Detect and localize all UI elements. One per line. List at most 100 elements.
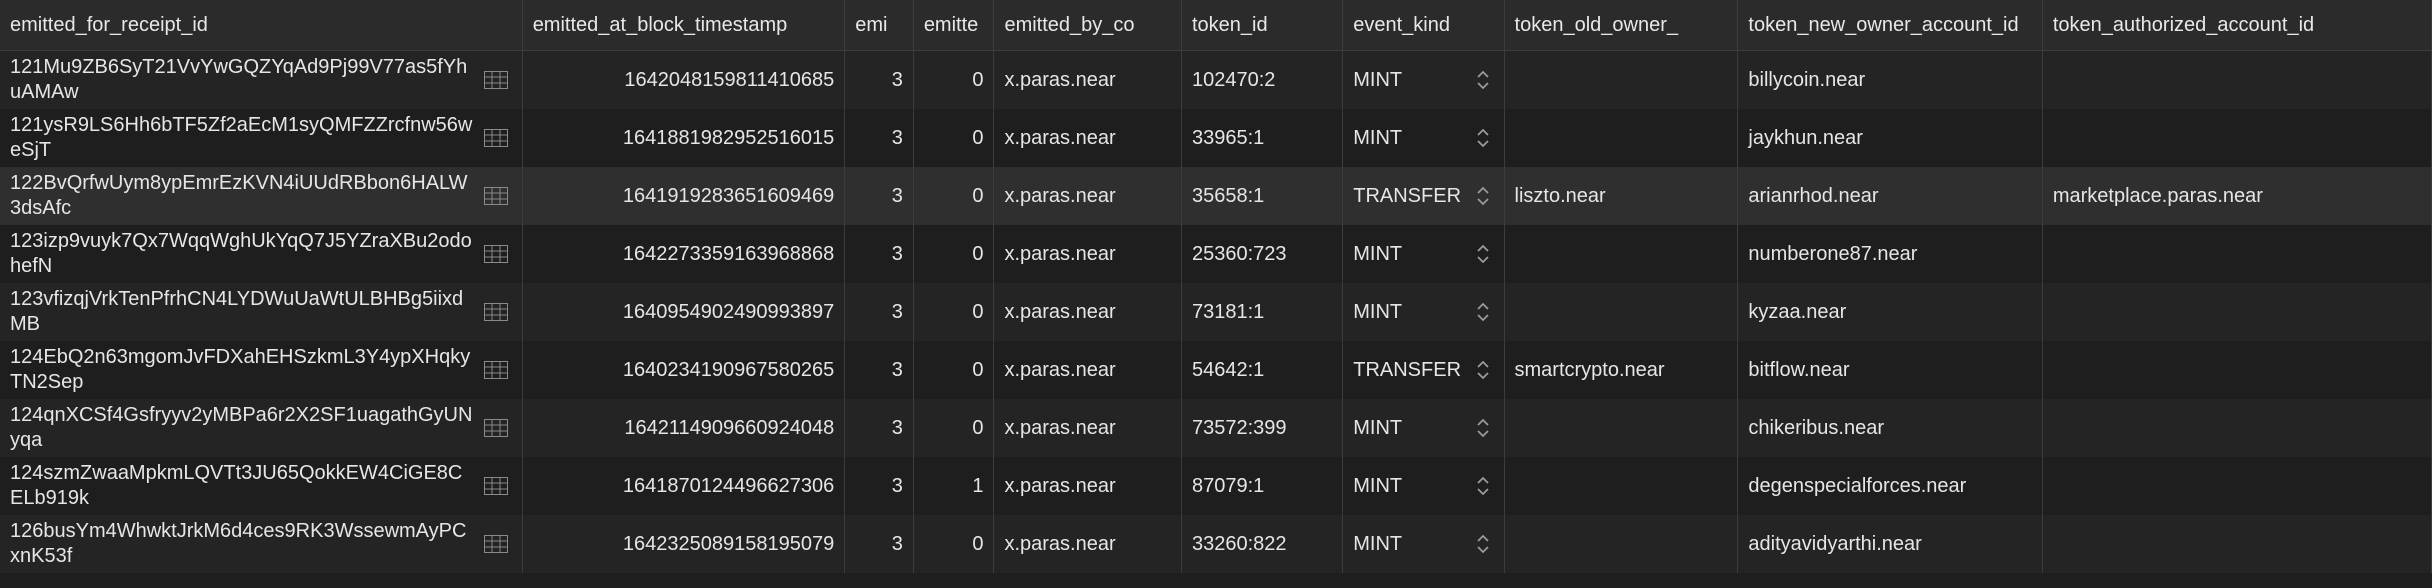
block-timestamp-cell[interactable]: 1642325089158195079 xyxy=(522,515,846,573)
event-kind-cell[interactable]: MINT xyxy=(1342,457,1505,515)
block-timestamp-cell[interactable]: 1641881982952516015 xyxy=(522,109,846,167)
receipt-id-cell[interactable]: 121Mu9ZB6SyT21VvYwGQZYqAd9Pj99V77as5fYhu… xyxy=(0,50,523,109)
table-grid-icon[interactable] xyxy=(483,71,508,89)
emi-cell[interactable]: 3 xyxy=(844,50,914,109)
emi-cell[interactable]: 3 xyxy=(844,283,914,341)
old-owner-cell[interactable] xyxy=(1504,50,1739,109)
authorized-account-cell[interactable] xyxy=(2042,283,2432,341)
authorized-account-cell[interactable] xyxy=(2042,109,2432,167)
emitte-cell[interactable]: 0 xyxy=(913,50,995,109)
authorized-account-cell[interactable] xyxy=(2042,50,2432,109)
table-row[interactable]: 124szmZwaaMpkmLQVTt3JU65QokkEW4CiGE8CELb… xyxy=(0,457,2432,515)
event-kind-cell[interactable]: TRANSFER xyxy=(1342,341,1505,399)
token-id-cell[interactable]: 33965:1 xyxy=(1181,109,1344,167)
event-kind-cell[interactable]: MINT xyxy=(1342,50,1505,109)
event-kind-cell[interactable]: MINT xyxy=(1342,225,1505,283)
emi-cell[interactable]: 3 xyxy=(844,341,914,399)
column-header[interactable]: token_new_owner_account_id xyxy=(1737,0,2043,51)
old-owner-cell[interactable] xyxy=(1504,283,1739,341)
token-id-cell[interactable]: 102470:2 xyxy=(1181,50,1344,109)
authorized-account-cell[interactable]: marketplace.paras.near xyxy=(2042,167,2432,225)
old-owner-cell[interactable] xyxy=(1504,515,1739,573)
emi-cell[interactable]: 3 xyxy=(844,399,914,457)
new-owner-cell[interactable]: kyzaa.near xyxy=(1737,283,2043,341)
block-timestamp-cell[interactable]: 1642114909660924048 xyxy=(522,399,846,457)
token-id-cell[interactable]: 73181:1 xyxy=(1181,283,1344,341)
token-id-cell[interactable]: 25360:723 xyxy=(1181,225,1344,283)
table-grid-icon[interactable] xyxy=(483,129,508,147)
authorized-account-cell[interactable] xyxy=(2042,399,2432,457)
event-kind-cell[interactable]: MINT xyxy=(1342,109,1505,167)
new-owner-cell[interactable]: jaykhun.near xyxy=(1737,109,2043,167)
old-owner-cell[interactable] xyxy=(1504,457,1739,515)
new-owner-cell[interactable]: bitflow.near xyxy=(1737,341,2043,399)
emitte-cell[interactable]: 0 xyxy=(913,515,995,573)
block-timestamp-cell[interactable]: 1642048159811410685 xyxy=(522,50,846,109)
table-grid-icon[interactable] xyxy=(483,419,508,437)
table-row[interactable]: 123vfizqjVrkTenPfrhCN4LYDWuUaWtULBHBg5ii… xyxy=(0,283,2432,341)
authorized-account-cell[interactable] xyxy=(2042,225,2432,283)
table-grid-icon[interactable] xyxy=(483,361,508,379)
block-timestamp-cell[interactable]: 1641870124496627306 xyxy=(522,457,846,515)
column-header[interactable]: event_kind xyxy=(1342,0,1505,51)
table-row[interactable]: 121ysR9LS6Hh6bTF5Zf2aEcM1syQMFZZrcfnw56w… xyxy=(0,109,2432,167)
column-header[interactable]: emitted_by_co xyxy=(993,0,1182,51)
receipt-id-cell[interactable]: 122BvQrfwUym8ypEmrEzKVN4iUUdRBbon6HALW3d… xyxy=(0,167,523,225)
column-header[interactable]: emitte xyxy=(913,0,995,51)
emitted-by-cell[interactable]: x.paras.near xyxy=(993,225,1182,283)
up-down-chevron-icon[interactable] xyxy=(1476,533,1490,555)
emitted-by-cell[interactable]: x.paras.near xyxy=(993,283,1182,341)
token-id-cell[interactable]: 35658:1 xyxy=(1181,167,1344,225)
up-down-chevron-icon[interactable] xyxy=(1476,301,1490,323)
receipt-id-cell[interactable]: 123vfizqjVrkTenPfrhCN4LYDWuUaWtULBHBg5ii… xyxy=(0,283,523,341)
table-grid-icon[interactable] xyxy=(483,477,508,495)
receipt-id-cell[interactable]: 123izp9vuyk7Qx7WqqWghUkYqQ7J5YZraXBu2odo… xyxy=(0,225,523,283)
block-timestamp-cell[interactable]: 1640234190967580265 xyxy=(522,341,846,399)
receipt-id-cell[interactable]: 124qnXCSf4Gsfryyv2yMBPa6r2X2SF1uagathGyU… xyxy=(0,399,523,457)
emi-cell[interactable]: 3 xyxy=(844,515,914,573)
table-row[interactable]: 124qnXCSf4Gsfryyv2yMBPa6r2X2SF1uagathGyU… xyxy=(0,399,2432,457)
token-id-cell[interactable]: 87079:1 xyxy=(1181,457,1344,515)
emitted-by-cell[interactable]: x.paras.near xyxy=(993,399,1182,457)
authorized-account-cell[interactable] xyxy=(2042,457,2432,515)
event-kind-cell[interactable]: TRANSFER xyxy=(1342,167,1505,225)
table-row[interactable]: 121Mu9ZB6SyT21VvYwGQZYqAd9Pj99V77as5fYhu… xyxy=(0,50,2432,109)
receipt-id-cell[interactable]: 124EbQ2n63mgomJvFDXahEHSzkmL3Y4ypXHqkyTN… xyxy=(0,341,523,399)
up-down-chevron-icon[interactable] xyxy=(1476,417,1490,439)
new-owner-cell[interactable]: adityavidyarthi.near xyxy=(1737,515,2043,573)
authorized-account-cell[interactable] xyxy=(2042,515,2432,573)
emi-cell[interactable]: 3 xyxy=(844,225,914,283)
up-down-chevron-icon[interactable] xyxy=(1476,185,1490,207)
event-kind-cell[interactable]: MINT xyxy=(1342,283,1505,341)
new-owner-cell[interactable]: arianrhod.near xyxy=(1737,167,2043,225)
table-grid-icon[interactable] xyxy=(483,245,508,263)
up-down-chevron-icon[interactable] xyxy=(1476,359,1490,381)
new-owner-cell[interactable]: chikeribus.near xyxy=(1737,399,2043,457)
column-header[interactable]: emi xyxy=(844,0,914,51)
emi-cell[interactable]: 3 xyxy=(844,109,914,167)
table-grid-icon[interactable] xyxy=(483,303,508,321)
old-owner-cell[interactable] xyxy=(1504,399,1739,457)
emitted-by-cell[interactable]: x.paras.near xyxy=(993,109,1182,167)
authorized-account-cell[interactable] xyxy=(2042,341,2432,399)
table-row[interactable]: 123izp9vuyk7Qx7WqqWghUkYqQ7J5YZraXBu2odo… xyxy=(0,225,2432,283)
column-header[interactable]: token_authorized_account_id xyxy=(2042,0,2432,51)
emitte-cell[interactable]: 0 xyxy=(913,167,995,225)
emitted-by-cell[interactable]: x.paras.near xyxy=(993,515,1182,573)
old-owner-cell[interactable] xyxy=(1504,109,1739,167)
emitte-cell[interactable]: 0 xyxy=(913,283,995,341)
column-header[interactable]: emitted_at_block_timestamp xyxy=(522,0,846,51)
up-down-chevron-icon[interactable] xyxy=(1476,69,1490,91)
column-header[interactable]: token_old_owner_ xyxy=(1504,0,1739,51)
emitte-cell[interactable]: 0 xyxy=(913,399,995,457)
up-down-chevron-icon[interactable] xyxy=(1476,243,1490,265)
old-owner-cell[interactable] xyxy=(1504,225,1739,283)
emitted-by-cell[interactable]: x.paras.near xyxy=(993,50,1182,109)
emi-cell[interactable]: 3 xyxy=(844,167,914,225)
emi-cell[interactable]: 3 xyxy=(844,457,914,515)
emitte-cell[interactable]: 0 xyxy=(913,225,995,283)
new-owner-cell[interactable]: billycoin.near xyxy=(1737,50,2043,109)
block-timestamp-cell[interactable]: 1640954902490993897 xyxy=(522,283,846,341)
column-header[interactable]: emitted_for_receipt_id xyxy=(0,0,523,51)
block-timestamp-cell[interactable]: 1642273359163968868 xyxy=(522,225,846,283)
